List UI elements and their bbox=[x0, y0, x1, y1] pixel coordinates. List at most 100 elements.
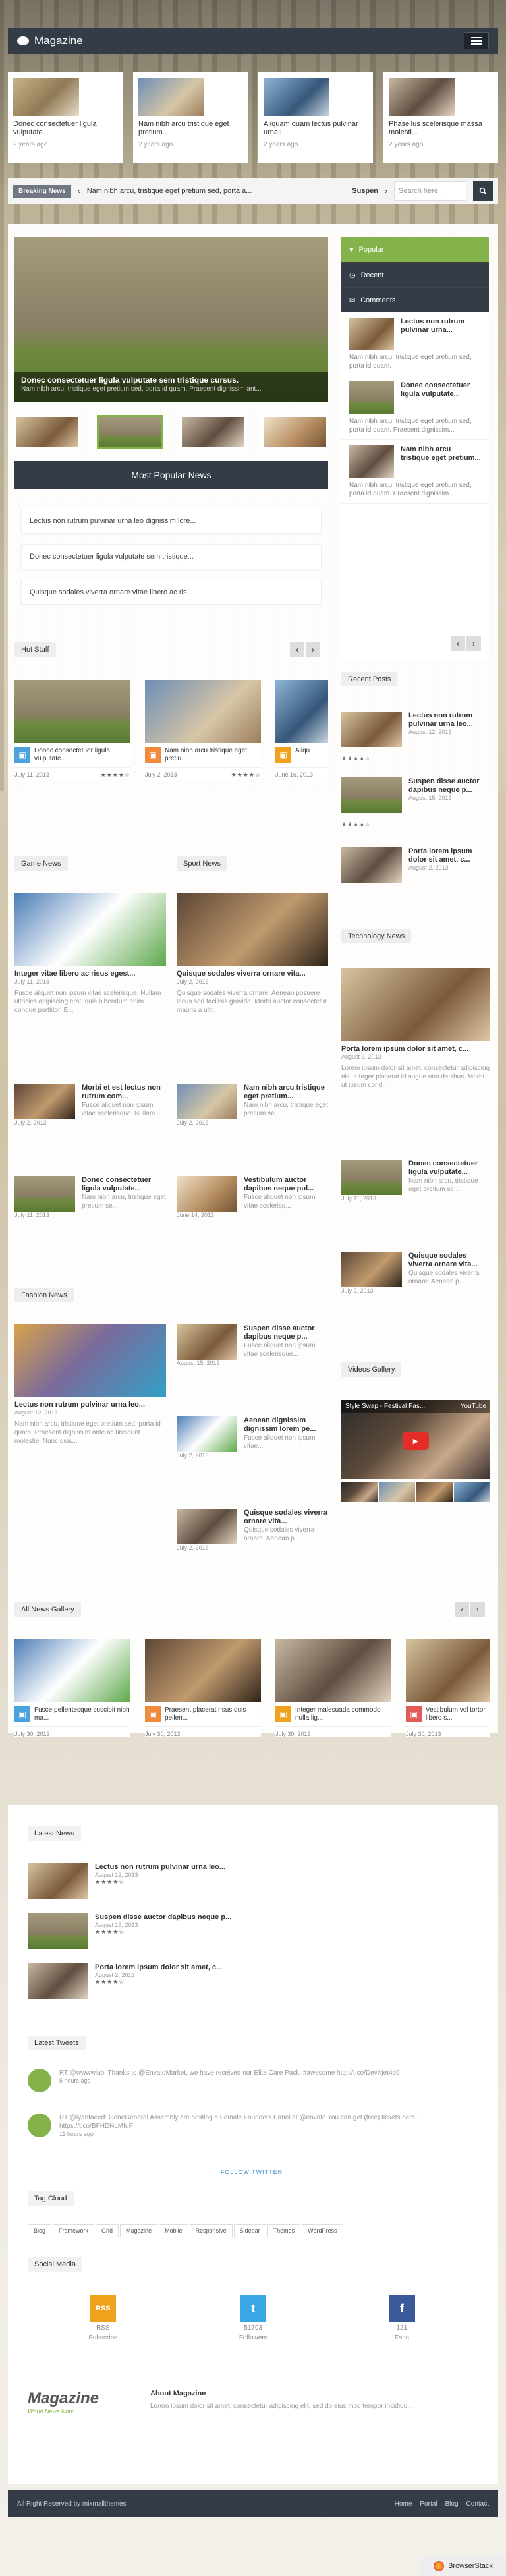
hot-stuff-card[interactable]: ▣ Donec consectetuer ligula vulputate... … bbox=[14, 680, 130, 779]
play-icon[interactable]: ▶ bbox=[403, 1432, 429, 1450]
breaking-news-text[interactable]: Nam nibh arcu, tristique eget pretium se… bbox=[87, 187, 346, 195]
rss-counter[interactable]: RSS RSS Subscribe bbox=[88, 2295, 118, 2341]
fashion-news-item[interactable]: Quisque sodales viverra ornare vita... Qu… bbox=[177, 1509, 328, 1551]
breaking-prev-icon[interactable]: ‹ bbox=[78, 186, 80, 196]
article-title[interactable]: Vestibulum auctor dapibus neque pul... bbox=[244, 1176, 328, 1193]
technology-news-big[interactable]: Porta lorem ipsum dolor sit amet, c... A… bbox=[341, 968, 490, 1090]
article-title[interactable]: Quisque sodales viverra ornare vita... bbox=[177, 970, 328, 978]
tab-comments[interactable]: ✉ Comments bbox=[341, 287, 489, 312]
video-thumb[interactable] bbox=[416, 1482, 453, 1502]
next-arrow-icon[interactable]: › bbox=[306, 642, 320, 657]
tag[interactable]: Themes bbox=[267, 2224, 301, 2237]
video-title[interactable]: Style Swap - Festival Fas... bbox=[345, 1403, 425, 1410]
tab-list-item[interactable]: Nam nibh arcu tristique eget pretium... N… bbox=[341, 440, 489, 504]
gallery-card[interactable]: ▣ Praesent placerat risus quis pellen... J… bbox=[145, 1639, 261, 1737]
sport-news-item[interactable]: Nam nibh arcu tristique eget pretium... N… bbox=[177, 1084, 328, 1126]
article-title[interactable]: Porta lorem ipsum dolor sit amet, c... bbox=[341, 1045, 490, 1053]
popular-item[interactable]: Quisque sodales viverra ornare vitae lib… bbox=[21, 580, 322, 605]
search-button[interactable] bbox=[473, 181, 493, 201]
tag[interactable]: Responsive bbox=[189, 2224, 233, 2237]
featured-title[interactable]: Phasellus scelerisque massa molesti... bbox=[389, 120, 493, 137]
tag[interactable]: Blog bbox=[28, 2224, 52, 2237]
gallery-card[interactable]: ▣ Vestibulum vol tortor libero s... July 3… bbox=[406, 1639, 490, 1737]
article-title[interactable]: Integer vitae libero ac risus egest... bbox=[14, 970, 166, 978]
tab-recent[interactable]: ◷ Recent bbox=[341, 262, 489, 287]
footer-link-portal[interactable]: Portal bbox=[420, 2500, 437, 2507]
recent-post-item[interactable]: Lectus non rutrum pulvinar urna leo... Au… bbox=[341, 712, 490, 747]
gallery-card[interactable]: ▣ Fusce pellentesque suscipit nibh ma... J… bbox=[14, 1639, 130, 1737]
hot-stuff-card[interactable]: ▣ Nam nibh arcu tristique eget pretiu... … bbox=[145, 680, 261, 779]
article-title[interactable]: Suspen disse auctor dapibus neque p... bbox=[244, 1324, 328, 1341]
footer-link-blog[interactable]: Blog bbox=[445, 2500, 459, 2507]
footer-link-home[interactable]: Home bbox=[395, 2500, 412, 2507]
popular-item[interactable]: Donec consectetuer ligula vulputate sem … bbox=[21, 544, 322, 569]
card-title[interactable]: Aliqu bbox=[295, 747, 310, 763]
tab-list-item[interactable]: Lectus non rutrum pulvinar urna... Nam ni… bbox=[341, 312, 489, 376]
latest-news-item[interactable]: Suspen disse auctor dapibus neque p... Au… bbox=[28, 1913, 476, 1949]
tab-list-item[interactable]: Donec consectetuer ligula vulputate... Na… bbox=[341, 376, 489, 440]
tag[interactable]: Framework bbox=[53, 2224, 95, 2237]
tag[interactable]: Sidebar bbox=[233, 2224, 266, 2237]
slider-thumb[interactable] bbox=[179, 415, 246, 449]
article-title[interactable]: Nam nibh arcu tristique eget pretium... bbox=[244, 1084, 328, 1101]
post-title[interactable]: Lectus non rutrum pulvinar urna leo... bbox=[95, 1863, 225, 1872]
breaking-news-next-text[interactable]: Suspen bbox=[352, 187, 378, 195]
footer-logo[interactable]: Magazine World News Now bbox=[28, 2390, 133, 2415]
follow-twitter-link[interactable]: FOLLOW TWITTER bbox=[28, 2169, 476, 2175]
site-logo[interactable]: Magazine bbox=[17, 34, 83, 47]
breaking-next-icon[interactable]: › bbox=[385, 186, 387, 196]
featured-title[interactable]: Nam nibh arcu tristique eget pretium... bbox=[138, 120, 242, 137]
video-thumb[interactable] bbox=[341, 1482, 378, 1502]
technology-news-item[interactable]: Quisque sodales viverra ornare vita... Qu… bbox=[341, 1252, 490, 1294]
article-title[interactable]: Lectus non rutrum pulvinar urna leo... bbox=[14, 1401, 166, 1409]
slider-caption-title[interactable]: Donec consectetuer ligula vulputate sem … bbox=[21, 376, 322, 385]
tag[interactable]: Mobile bbox=[159, 2224, 188, 2237]
card-title[interactable]: Praesent placerat risus quis pellen... bbox=[165, 1706, 261, 1722]
facebook-icon[interactable]: f bbox=[388, 2295, 415, 2322]
latest-news-item[interactable]: Porta lorem ipsum dolor sit amet, c... Au… bbox=[28, 1963, 476, 1999]
video-thumb[interactable] bbox=[454, 1482, 490, 1502]
article-title[interactable]: Donec consectetuer ligula vulputate... bbox=[82, 1176, 166, 1193]
twitter-counter[interactable]: t 51703 Followers bbox=[239, 2295, 267, 2341]
menu-toggle-button[interactable] bbox=[464, 32, 489, 49]
sport-news-big[interactable]: Quisque sodales viverra ornare vita... J… bbox=[177, 893, 328, 1015]
card-title[interactable]: Nam nibh arcu tristique eget pretiu... bbox=[165, 747, 261, 763]
latest-news-item[interactable]: Lectus non rutrum pulvinar urna leo... Au… bbox=[28, 1863, 476, 1899]
tweet-text[interactable]: RT @wwwwlab: Thanks to @EnvatoMarket, we… bbox=[59, 2069, 400, 2077]
tab-item-title[interactable]: Nam nibh arcu tristique eget pretium... bbox=[401, 445, 481, 478]
game-news-item[interactable]: Donec consectetuer ligula vulputate... Na… bbox=[14, 1176, 166, 1218]
featured-item[interactable]: Donec consectetuer ligula vulputate... 2 … bbox=[8, 72, 123, 163]
card-title[interactable]: Fusce pellentesque suscipit nibh ma... bbox=[34, 1706, 130, 1722]
article-title[interactable]: Quisque sodales viverra ornare vita... bbox=[244, 1509, 328, 1526]
tab-item-title[interactable]: Lectus non rutrum pulvinar urna... bbox=[401, 318, 481, 350]
fashion-news-item[interactable]: Aenean dignissim dignissim lorem pe... Fu… bbox=[177, 1416, 328, 1459]
post-title[interactable]: Suspen disse auctor dapibus neque p... bbox=[408, 777, 490, 795]
post-title[interactable]: Lectus non rutrum pulvinar urna leo... bbox=[408, 712, 490, 729]
rss-icon[interactable]: RSS bbox=[90, 2295, 117, 2322]
tab-popular[interactable]: ♥ Popular bbox=[341, 237, 489, 262]
video-thumb[interactable] bbox=[379, 1482, 415, 1502]
tweet-text[interactable]: RT @iyantaeed: GeneGeneral Assembly are … bbox=[59, 2114, 476, 2131]
slider-thumb[interactable] bbox=[262, 415, 328, 449]
card-title[interactable]: Donec consectetuer ligula vulputate... bbox=[34, 747, 130, 763]
video-player[interactable]: Style Swap - Festival Fas... YouTube ▶ bbox=[341, 1400, 490, 1479]
article-title[interactable]: Morbi et est lectus non rutrum com... bbox=[82, 1084, 166, 1101]
next-arrow-icon[interactable]: › bbox=[470, 1602, 485, 1617]
tab-item-title[interactable]: Donec consectetuer ligula vulputate... bbox=[401, 381, 481, 414]
gallery-card[interactable]: ▣ Integer malesuada commodo nulla lig... J… bbox=[275, 1639, 391, 1737]
tag[interactable]: Grid bbox=[96, 2224, 119, 2237]
featured-title[interactable]: Aliquam quam lectus pulvinar urna l... bbox=[264, 120, 368, 137]
post-title[interactable]: Suspen disse auctor dapibus neque p... bbox=[95, 1913, 231, 1922]
featured-item[interactable]: Nam nibh arcu tristique eget pretium... 2… bbox=[133, 72, 248, 163]
hot-stuff-card[interactable]: ▣ Aliqu June 16, 2013 bbox=[275, 680, 328, 778]
prev-arrow-icon[interactable]: ‹ bbox=[290, 642, 304, 657]
featured-title[interactable]: Donec consectetuer ligula vulputate... bbox=[13, 120, 117, 137]
technology-news-item[interactable]: Donec consectetuer ligula vulputate... Na… bbox=[341, 1160, 490, 1202]
tag[interactable]: WordPress bbox=[302, 2224, 343, 2237]
recent-post-item[interactable]: Porta lorem ipsum dolor sit amet, c... Au… bbox=[341, 847, 490, 883]
popular-item[interactable]: Lectus non rutrum pulvinar urna leo dign… bbox=[21, 509, 322, 534]
search-input[interactable]: Search here... bbox=[394, 181, 466, 201]
slider-thumb-active[interactable] bbox=[97, 415, 163, 449]
game-news-item[interactable]: Morbi et est lectus non rutrum com... Fus… bbox=[14, 1084, 166, 1126]
footer-link-contact[interactable]: Contact bbox=[466, 2500, 489, 2507]
